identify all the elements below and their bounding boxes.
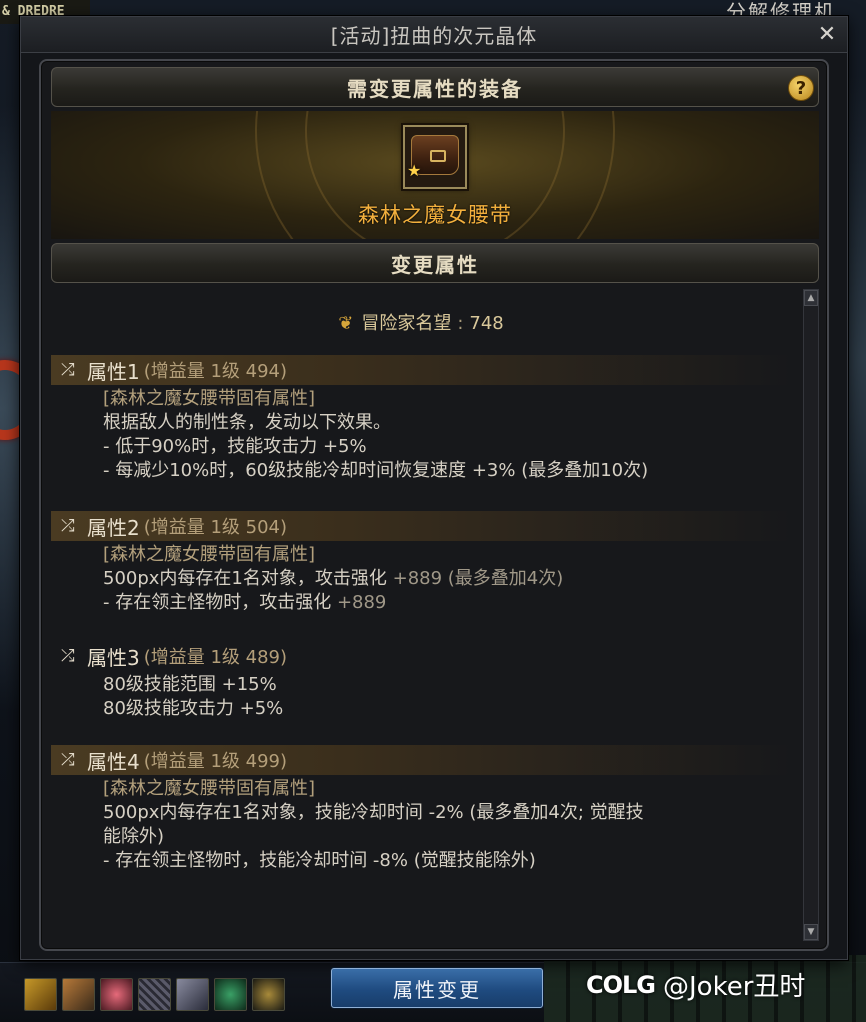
attribute-lines: [森林之魔女腰带固有属性] 500px内每存在1名对象，技能冷却时间 -2% (… xyxy=(51,775,791,873)
attribute-line: 80级技能攻击力 +5% xyxy=(103,698,284,719)
buckle-icon xyxy=(430,150,446,162)
skill-slot-icon[interactable] xyxy=(252,978,285,1011)
attribute-meta: (增益量 1级 499) xyxy=(143,751,288,772)
shuffle-icon: ⤮ xyxy=(61,646,75,666)
equipment-section-title: 需变更属性的装备 xyxy=(347,76,523,101)
attribute-header: ⤮ 属性4 (增益量 1级 499) xyxy=(51,745,791,775)
shuffle-icon: ⤮ xyxy=(61,750,75,770)
skill-slot-icon[interactable] xyxy=(214,978,247,1011)
star-icon: ★ xyxy=(407,161,422,180)
attribute-title: 属性4 xyxy=(87,749,140,774)
attribute-title: 属性2 xyxy=(87,515,140,540)
dialog-title-bar[interactable]: [活动]扭曲的次元晶体 ✕ xyxy=(21,17,847,53)
attribute-header: ⤮ 属性3 (增益量 1级 489) xyxy=(51,641,791,671)
attribute-line: - 存在领主怪物时，攻击强化 +889 xyxy=(103,591,791,615)
adventurer-fame: ❦ 冒险家名望:748 xyxy=(51,309,791,335)
attribute-header: ⤮ 属性1 (增益量 1级 494) xyxy=(51,355,791,385)
attribute-block-2[interactable]: ⤮ 属性2 (增益量 1级 504) [森林之魔女腰带固有属性] 500px内每… xyxy=(51,511,791,615)
attribute-line-value: +889 xyxy=(336,592,387,613)
fame-value: 748 xyxy=(469,313,504,334)
attribute-change-button[interactable]: 属性变更 xyxy=(331,968,543,1008)
attribute-line: 能除外) xyxy=(103,826,165,847)
change-section-title: 变更属性 xyxy=(391,252,479,277)
skill-slot-icon[interactable] xyxy=(176,978,209,1011)
fame-label: 冒险家名望 xyxy=(361,313,452,334)
attribute-change-label: 属性变更 xyxy=(393,977,481,1002)
attribute-line: 80级技能范围 +15% xyxy=(103,674,277,695)
attribute-lines: [森林之魔女腰带固有属性] 根据敌人的制性条，发动以下效果。 - 低于90%时，… xyxy=(51,385,791,483)
attribute-line-text: 500px内每存在1名对象，攻击强化 xyxy=(103,568,393,589)
skill-slot-icon[interactable] xyxy=(138,978,171,1011)
watermark: COLG @Joker丑时 xyxy=(586,966,805,1003)
attribute-title: 属性3 xyxy=(87,645,140,670)
skill-slot-icon[interactable] xyxy=(24,978,57,1011)
equipment-slot[interactable]: ★ xyxy=(403,125,467,189)
attribute-meta: (增益量 1级 489) xyxy=(143,647,288,668)
attribute-meta: (增益量 1级 494) xyxy=(143,361,288,382)
attribute-line: 500px内每存在1名对象，攻击强化 +889 (最多叠加4次) xyxy=(103,567,791,591)
dialog-body: 需变更属性的装备 ? ★ 森林之魔女腰带 变更属性 ❦ 冒险家名望:748 ⤮ … xyxy=(39,59,829,951)
attribute-block-4[interactable]: ⤮ 属性4 (增益量 1级 499) [森林之魔女腰带固有属性] 500px内每… xyxy=(51,745,791,873)
attribute-line: 500px内每存在1名对象，技能冷却时间 -2% (最多叠加4次; 觉醒技 xyxy=(103,802,644,823)
help-icon[interactable]: ? xyxy=(788,75,814,101)
equipment-display: ★ 森林之魔女腰带 xyxy=(51,111,819,239)
shuffle-icon: ⤮ xyxy=(61,360,75,380)
scroll-down-icon[interactable]: ▼ xyxy=(804,924,818,940)
attribute-change-dialog: [活动]扭曲的次元晶体 ✕ 需变更属性的装备 ? ★ 森林之魔女腰带 变更属性 xyxy=(20,16,848,960)
skill-slot-icon[interactable] xyxy=(62,978,95,1011)
shuffle-icon: ⤮ xyxy=(61,516,75,536)
equipment-name: 森林之魔女腰带 xyxy=(358,203,512,227)
attribute-line: - 低于90%时，技能攻击力 +5% xyxy=(103,436,367,457)
attribute-title: 属性1 xyxy=(87,359,140,384)
attribute-block-1[interactable]: ⤮ 属性1 (增益量 1级 494) [森林之魔女腰带固有属性] 根据敌人的制性… xyxy=(51,355,791,483)
attribute-header: ⤮ 属性2 (增益量 1级 504) xyxy=(51,511,791,541)
inherent-label: [森林之魔女腰带固有属性] xyxy=(103,544,316,565)
attribute-block-3[interactable]: ⤮ 属性3 (增益量 1级 489) 80级技能范围 +15% 80级技能攻击力… xyxy=(51,641,791,721)
change-section-header: 变更属性 xyxy=(51,243,819,283)
attribute-list: ❦ 冒险家名望:748 ⤮ 属性1 (增益量 1级 494) [森林之魔女腰带固有… xyxy=(51,289,791,941)
inherent-label: [森林之魔女腰带固有属性] xyxy=(103,778,316,799)
inherent-label: [森林之魔女腰带固有属性] xyxy=(103,388,316,409)
attribute-lines: 80级技能范围 +15% 80级技能攻击力 +5% xyxy=(51,671,791,721)
skill-bar xyxy=(24,978,285,1011)
fame-separator: : xyxy=(457,313,464,334)
attribute-lines: [森林之魔女腰带固有属性] 500px内每存在1名对象，攻击强化 +889 (最… xyxy=(51,541,791,615)
attribute-line: 根据敌人的制性条，发动以下效果。 xyxy=(103,412,391,433)
attribute-line: - 每减少10%时，60级技能冷却时间恢复速度 +3% (最多叠加10次) xyxy=(103,460,649,481)
scroll-up-icon[interactable]: ▲ xyxy=(804,290,818,306)
attribute-line-text: - 存在领主怪物时，攻击强化 xyxy=(103,592,337,613)
close-icon[interactable]: ✕ xyxy=(813,20,841,48)
dialog-title: [活动]扭曲的次元晶体 xyxy=(330,24,538,48)
attribute-line-value: +889 (最多叠加4次) xyxy=(392,568,564,589)
watermark-logo: COLG xyxy=(586,970,656,999)
attribute-meta: (增益量 1级 504) xyxy=(143,517,288,538)
fame-icon: ❦ xyxy=(338,313,354,334)
attribute-scrollbar[interactable]: ▲ ▼ xyxy=(803,289,819,941)
equipment-section-header: 需变更属性的装备 ? xyxy=(51,67,819,107)
heart-icon[interactable] xyxy=(100,978,133,1011)
watermark-handle: @Joker丑时 xyxy=(663,972,806,1002)
attribute-line: - 存在领主怪物时，技能冷却时间 -8% (觉醒技能除外) xyxy=(103,850,536,871)
